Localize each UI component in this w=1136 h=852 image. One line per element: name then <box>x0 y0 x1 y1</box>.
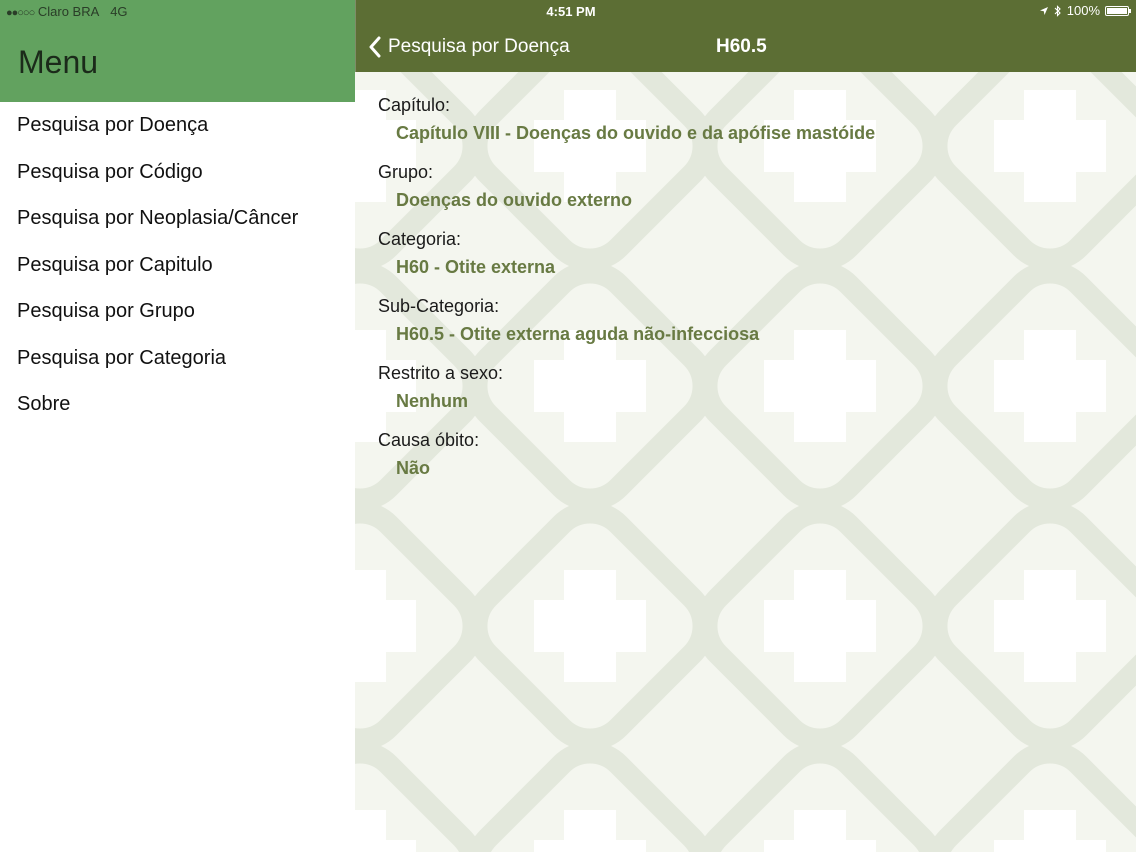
status-bar-left: ●●○○○ Claro BRA 4G <box>6 4 128 19</box>
sidebar-header: ●●○○○ Claro BRA 4G Menu <box>0 0 355 102</box>
menu-item-pesquisa-doenca[interactable]: Pesquisa por Doença <box>0 102 355 149</box>
battery-icon <box>1105 5 1131 16</box>
network-type: 4G <box>110 4 128 19</box>
field-categoria: Categoria: H60 - Otite externa <box>378 226 1118 282</box>
nav-title: H60.5 <box>716 36 767 57</box>
field-value: Não <box>396 458 431 478</box>
status-time: 4:51 PM <box>546 4 596 19</box>
sidebar-menu: ●●○○○ Claro BRA 4G Menu Pesquisa por Doe… <box>0 0 355 852</box>
field-label: Restrito a sexo: <box>378 363 504 383</box>
bluetooth-icon <box>1054 4 1061 17</box>
field-value: H60 - Otite externa <box>396 257 556 277</box>
field-label: Capítulo: <box>378 95 451 115</box>
detail-view: 4:51 PM 100% Pesquisa por Doença H60.5 C… <box>355 0 1136 852</box>
menu-title: Menu <box>18 44 99 80</box>
menu-list: Pesquisa por Doença Pesquisa por Código … <box>0 102 355 428</box>
field-label: Grupo: <box>378 162 434 182</box>
field-value: H60.5 - Otite externa aguda não-infeccio… <box>396 324 760 344</box>
back-button-label: Pesquisa por Doença <box>388 36 570 57</box>
carrier-name: Claro BRA <box>37 4 99 19</box>
menu-item-pesquisa-categoria[interactable]: Pesquisa por Categoria <box>0 335 355 382</box>
field-value: Doenças do ouvido externo <box>396 190 633 210</box>
field-label: Categoria: <box>378 229 462 249</box>
menu-item-pesquisa-capitulo[interactable]: Pesquisa por Capitulo <box>0 242 355 289</box>
chevron-left-icon <box>369 36 381 58</box>
location-arrow-icon <box>1039 6 1048 15</box>
field-restrito-sexo: Restrito a sexo: Nenhum <box>378 360 1118 416</box>
field-label: Sub-Categoria: <box>378 296 500 316</box>
field-grupo: Grupo: Doenças do ouvido externo <box>378 159 1118 215</box>
battery-fill <box>1107 7 1127 14</box>
signal-strength-icon: ●●○○○ <box>6 7 35 19</box>
menu-item-pesquisa-neoplasia[interactable]: Pesquisa por Neoplasia/Câncer <box>0 195 355 242</box>
field-sub-categoria: Sub-Categoria: H60.5 - Otite externa agu… <box>378 293 1118 349</box>
detail-fields: Capítulo: Capítulo VIII - Doenças do ouv… <box>378 92 1118 494</box>
menu-item-pesquisa-grupo[interactable]: Pesquisa por Grupo <box>0 288 355 335</box>
back-button[interactable]: Pesquisa por Doença <box>368 33 570 61</box>
field-causa-obito: Causa óbito: Não <box>378 427 1118 483</box>
status-bar-right: 100% <box>1039 3 1131 18</box>
navigation-bar: 4:51 PM 100% Pesquisa por Doença H60.5 <box>355 0 1136 72</box>
field-value: Nenhum <box>396 391 468 411</box>
battery-percentage: 100% <box>1066 3 1100 18</box>
menu-item-sobre[interactable]: Sobre <box>0 381 355 428</box>
field-label: Causa óbito: <box>378 430 480 450</box>
menu-item-pesquisa-codigo[interactable]: Pesquisa por Código <box>0 149 355 196</box>
field-value: Capítulo VIII - Doenças do ouvido e da a… <box>396 123 876 143</box>
field-capitulo: Capítulo: Capítulo VIII - Doenças do ouv… <box>378 92 1118 148</box>
